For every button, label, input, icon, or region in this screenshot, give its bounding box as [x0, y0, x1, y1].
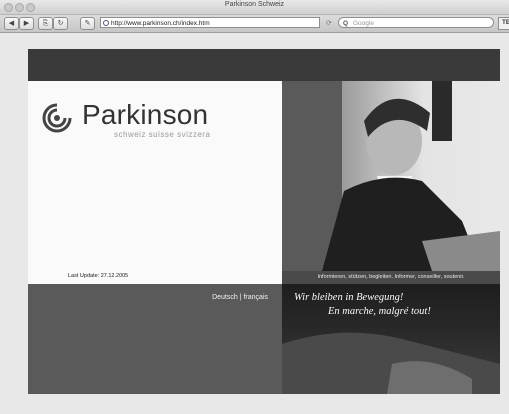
parkinson-logo-icon: [42, 103, 72, 133]
url-reload-icon[interactable]: ⟳: [326, 19, 332, 27]
window-titlebar: Parkinson Schweiz: [0, 0, 509, 15]
forward-button[interactable]: ▶: [19, 17, 34, 30]
address-bar[interactable]: http://www.parkinson.ch/index.htm: [100, 17, 320, 28]
url-text: http://www.parkinson.ch/index.htm: [111, 20, 210, 27]
window-title: Parkinson Schweiz: [224, 1, 285, 8]
man-portrait-image: [282, 81, 500, 271]
lang-francais-link[interactable]: français: [243, 294, 268, 301]
lang-separator: |: [239, 294, 242, 301]
reload-button[interactable]: ↻: [53, 17, 68, 30]
search-placeholder: Google: [353, 20, 374, 27]
language-panel: Deutsch | français: [28, 284, 282, 394]
printer-icon: ⎘: [42, 20, 49, 27]
brand-name: Parkinson: [82, 99, 209, 130]
search-field[interactable]: Q Google: [338, 17, 494, 28]
search-icon: Q: [343, 20, 349, 27]
brand-tagline: schweiz suisse svizzera: [114, 130, 211, 139]
header-band: [28, 49, 500, 81]
bookmark-button[interactable]: ✎: [80, 17, 95, 30]
lang-deutsch-link[interactable]: Deutsch: [212, 294, 238, 301]
browser-toolbar: ◀ ▶ ⎘ ↻ ✎ http://www.parkinson.ch/index.…: [0, 15, 509, 33]
back-button[interactable]: ◀: [4, 17, 19, 30]
hero-photo: [282, 81, 500, 271]
slogan-french: En marche, malgré tout!: [328, 306, 431, 317]
web-viewport: Parkinson schweiz suisse svizzera Last U…: [0, 33, 509, 414]
print-button[interactable]: ⎘: [38, 17, 53, 30]
globe-icon: [103, 20, 109, 26]
slogan-german: Wir bleiben in Bewegung!: [294, 292, 404, 303]
last-update: Last Update: 27.12.2005: [68, 273, 129, 279]
pencil-icon: ✎: [84, 20, 91, 27]
language-switcher: Deutsch | français: [212, 294, 268, 301]
back-arrow-icon: ◀: [8, 20, 15, 27]
logo-panel: Parkinson schweiz suisse svizzera Last U…: [28, 81, 282, 284]
photo-caption: Informieren, stützen, begleiten. Informe…: [282, 271, 500, 284]
reload-icon: ↻: [57, 20, 64, 27]
forward-arrow-icon: ▶: [23, 20, 30, 27]
parkinson-homepage: Parkinson schweiz suisse svizzera Last U…: [28, 49, 500, 394]
te-button[interactable]: TE: [498, 17, 509, 30]
slogan-panel: Wir bleiben in Bewegung! En marche, malg…: [282, 284, 500, 394]
